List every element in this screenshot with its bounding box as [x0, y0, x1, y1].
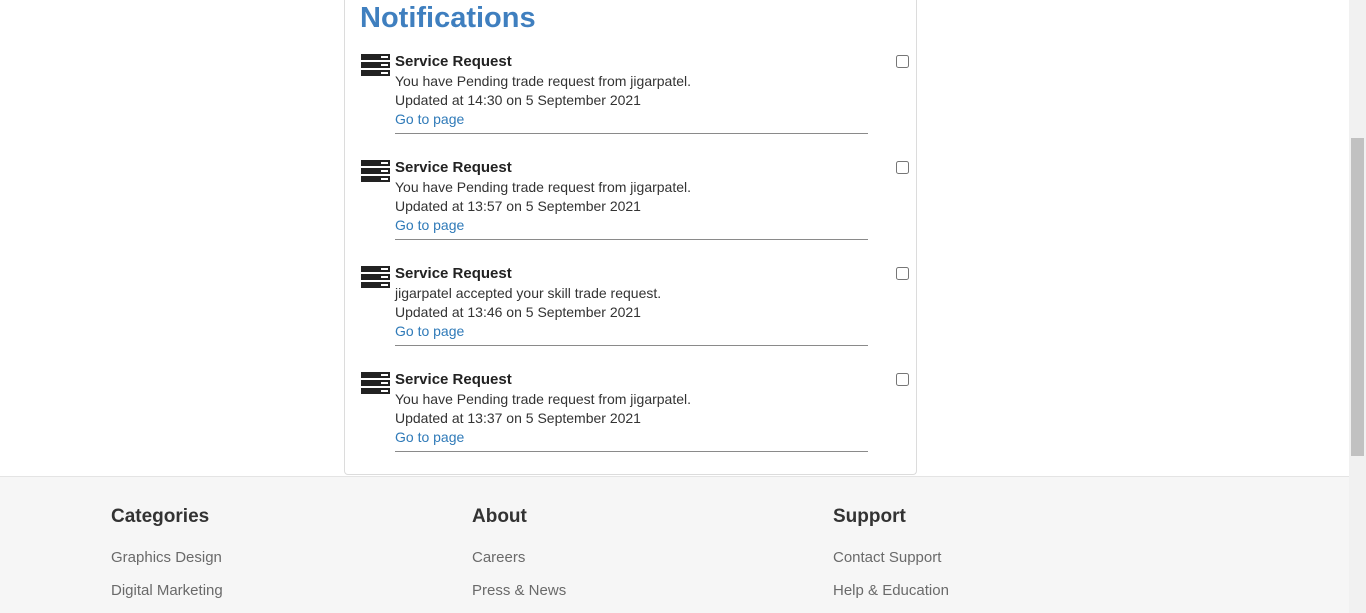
- footer-link[interactable]: Contact Support: [833, 548, 941, 567]
- site-footer: Categories Graphics Design Digital Marke…: [0, 476, 1349, 613]
- server-icon: [361, 54, 390, 76]
- notification-timestamp: Updated at 14:30 on 5 September 2021: [395, 92, 641, 108]
- footer-heading: Support: [833, 506, 906, 527]
- notification-message: You have Pending trade request from jiga…: [395, 391, 692, 407]
- notification-checkbox[interactable]: [896, 55, 909, 68]
- go-to-page-link[interactable]: Go to page: [395, 428, 464, 447]
- notification-timestamp: Updated at 13:57 on 5 September 2021: [395, 198, 641, 214]
- scrollbar-thumb[interactable]: [1351, 138, 1364, 456]
- notification-item: Service Request You have Pending trade r…: [361, 52, 909, 148]
- go-to-page-link[interactable]: Go to page: [395, 216, 464, 235]
- server-icon: [361, 160, 390, 182]
- notification-body: Service Request You have Pending trade r…: [395, 370, 868, 447]
- notifications-card: Notifications Service Request You have P…: [344, 0, 917, 475]
- notification-title: Service Request: [395, 53, 512, 70]
- go-to-page-link[interactable]: Go to page: [395, 110, 464, 129]
- notification-item: Service Request You have Pending trade r…: [361, 158, 909, 254]
- footer-column-support: Support Contact Support Help & Education: [833, 505, 949, 599]
- divider: [395, 345, 868, 346]
- notification-checkbox[interactable]: [896, 161, 909, 174]
- server-icon: [361, 266, 390, 288]
- notification-message: jigarpatel accepted your skill trade req…: [395, 285, 662, 301]
- footer-link[interactable]: Careers: [472, 548, 525, 567]
- page-title: Notifications: [360, 2, 536, 34]
- notification-title: Service Request: [395, 159, 512, 176]
- footer-column-categories: Categories Graphics Design Digital Marke…: [111, 505, 223, 599]
- notification-item: Service Request You have Pending trade r…: [361, 370, 909, 466]
- notification-checkbox[interactable]: [896, 373, 909, 386]
- notification-title: Service Request: [395, 371, 512, 388]
- divider: [395, 451, 868, 452]
- footer-heading: About: [472, 506, 527, 527]
- notification-checkbox[interactable]: [896, 267, 909, 280]
- footer-link[interactable]: Press & News: [472, 581, 566, 600]
- notification-title: Service Request: [395, 265, 512, 282]
- server-icon: [361, 372, 390, 394]
- footer-link[interactable]: Help & Education: [833, 581, 949, 600]
- go-to-page-link[interactable]: Go to page: [395, 322, 464, 341]
- divider: [395, 133, 868, 134]
- notification-timestamp: Updated at 13:46 on 5 September 2021: [395, 304, 641, 320]
- footer-column-about: About Careers Press & News: [472, 505, 566, 599]
- notification-body: Service Request You have Pending trade r…: [395, 158, 868, 235]
- page: Notifications Service Request You have P…: [0, 0, 1366, 613]
- footer-link[interactable]: Graphics Design: [111, 548, 222, 567]
- notification-message: You have Pending trade request from jiga…: [395, 73, 692, 89]
- notification-body: Service Request jigarpatel accepted your…: [395, 264, 868, 341]
- notification-item: Service Request jigarpatel accepted your…: [361, 264, 909, 360]
- footer-heading: Categories: [111, 506, 210, 527]
- notification-body: Service Request You have Pending trade r…: [395, 52, 868, 129]
- notification-message: You have Pending trade request from jiga…: [395, 179, 692, 195]
- vertical-scrollbar[interactable]: [1349, 0, 1366, 613]
- notification-timestamp: Updated at 13:37 on 5 September 2021: [395, 410, 641, 426]
- divider: [395, 239, 868, 240]
- footer-link[interactable]: Digital Marketing: [111, 581, 223, 600]
- viewport: Notifications Service Request You have P…: [0, 0, 1349, 613]
